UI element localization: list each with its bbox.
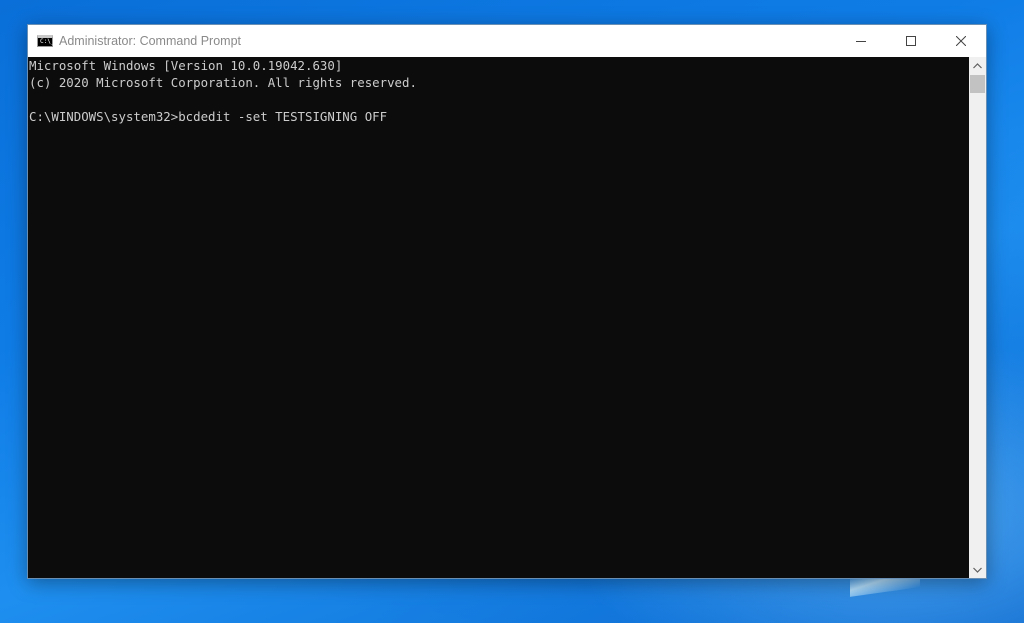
console-output[interactable]: Microsoft Windows [Version 10.0.19042.63… [28, 57, 969, 578]
close-icon [956, 36, 966, 46]
close-button[interactable] [936, 25, 986, 57]
title-bar[interactable]: C:\_ Administrator: Command Prompt [28, 25, 986, 57]
scroll-thumb[interactable] [970, 75, 985, 93]
chevron-down-icon [973, 567, 982, 573]
vertical-scrollbar[interactable] [969, 57, 986, 578]
cmd-app-icon[interactable]: C:\_ [37, 35, 55, 47]
maximize-icon [906, 36, 916, 46]
scroll-up-button[interactable] [969, 57, 986, 74]
cmd-app-icon-glyph: C:\_ [40, 38, 55, 45]
window-title: Administrator: Command Prompt [59, 34, 242, 48]
console-line: Microsoft Windows [Version 10.0.19042.63… [29, 58, 343, 73]
scroll-down-button[interactable] [969, 561, 986, 578]
console-prompt-line[interactable]: C:\WINDOWS\system32>bcdedit -set TESTSIG… [29, 108, 969, 125]
window-controls [836, 25, 986, 57]
command-prompt-window[interactable]: C:\_ Administrator: Command Prompt Micro… [27, 24, 987, 579]
console-line: (c) 2020 Microsoft Corporation. All righ… [29, 75, 417, 90]
maximize-button[interactable] [886, 25, 936, 57]
minimize-button[interactable] [836, 25, 886, 57]
chevron-up-icon [973, 62, 982, 68]
minimize-icon [856, 41, 866, 42]
